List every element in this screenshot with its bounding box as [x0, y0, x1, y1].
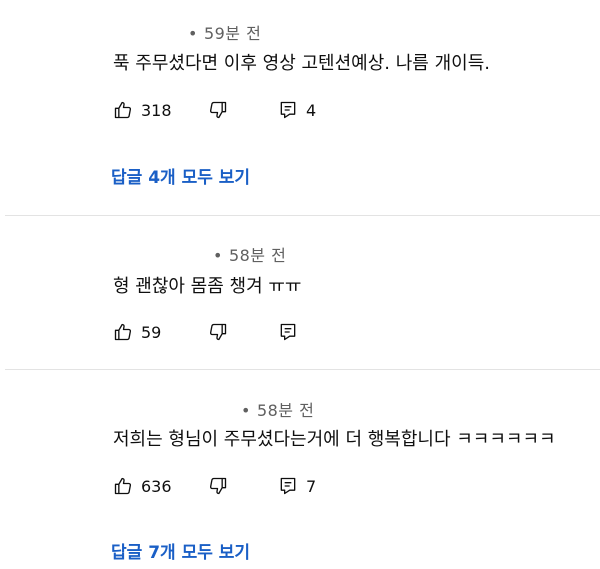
view-replies-link[interactable]: 답글 7개 모두 보기 — [111, 538, 250, 563]
reply-count: 4 — [306, 100, 317, 120]
reply-count: 7 — [306, 476, 317, 496]
comment-timestamp: • 58분 전 — [213, 246, 287, 265]
like-button[interactable]: 59 — [113, 322, 208, 342]
like-button[interactable]: 318 — [113, 100, 208, 120]
comment-timestamp: • 58분 전 — [241, 401, 315, 420]
dislike-button[interactable] — [208, 476, 278, 496]
like-count: 636 — [141, 476, 172, 496]
reply-button[interactable]: 4 — [278, 100, 316, 120]
thumbs-up-icon — [114, 477, 132, 495]
thumbs-down-icon — [209, 323, 227, 341]
comment-actions: 318 4 — [113, 98, 316, 122]
comment-text: 푹 주무셨다면 이후 영상 고텐션예상. 나름 개이득. — [113, 53, 490, 74]
thumbs-down-icon — [209, 477, 227, 495]
view-replies-link[interactable]: 답글 4개 모두 보기 — [111, 163, 250, 188]
comment-actions: 636 7 — [113, 474, 316, 498]
like-count: 59 — [141, 322, 162, 342]
reply-icon — [280, 101, 296, 119]
reply-icon — [280, 477, 296, 495]
like-button[interactable]: 636 — [113, 476, 208, 496]
like-count: 318 — [141, 100, 172, 120]
thumbs-up-icon — [114, 101, 132, 119]
comment-timestamp: • 59분 전 — [188, 24, 262, 43]
comment-divider — [5, 369, 600, 370]
reply-icon — [280, 323, 296, 341]
thumbs-down-icon — [209, 101, 227, 119]
thumbs-up-icon — [114, 323, 132, 341]
reply-button[interactable]: 7 — [278, 476, 316, 496]
reply-button[interactable] — [278, 322, 298, 342]
comment-divider — [5, 215, 600, 216]
comment-actions: 59 — [113, 320, 298, 344]
comment-text: 형 괜찮아 몸좀 챙겨 ㅠㅠ — [113, 276, 302, 297]
comment-text: 저희는 형님이 주무셨다는거에 더 행복합니다 ㅋㅋㅋㅋㅋㅋ — [113, 429, 556, 450]
dislike-button[interactable] — [208, 100, 278, 120]
dislike-button[interactable] — [208, 322, 278, 342]
